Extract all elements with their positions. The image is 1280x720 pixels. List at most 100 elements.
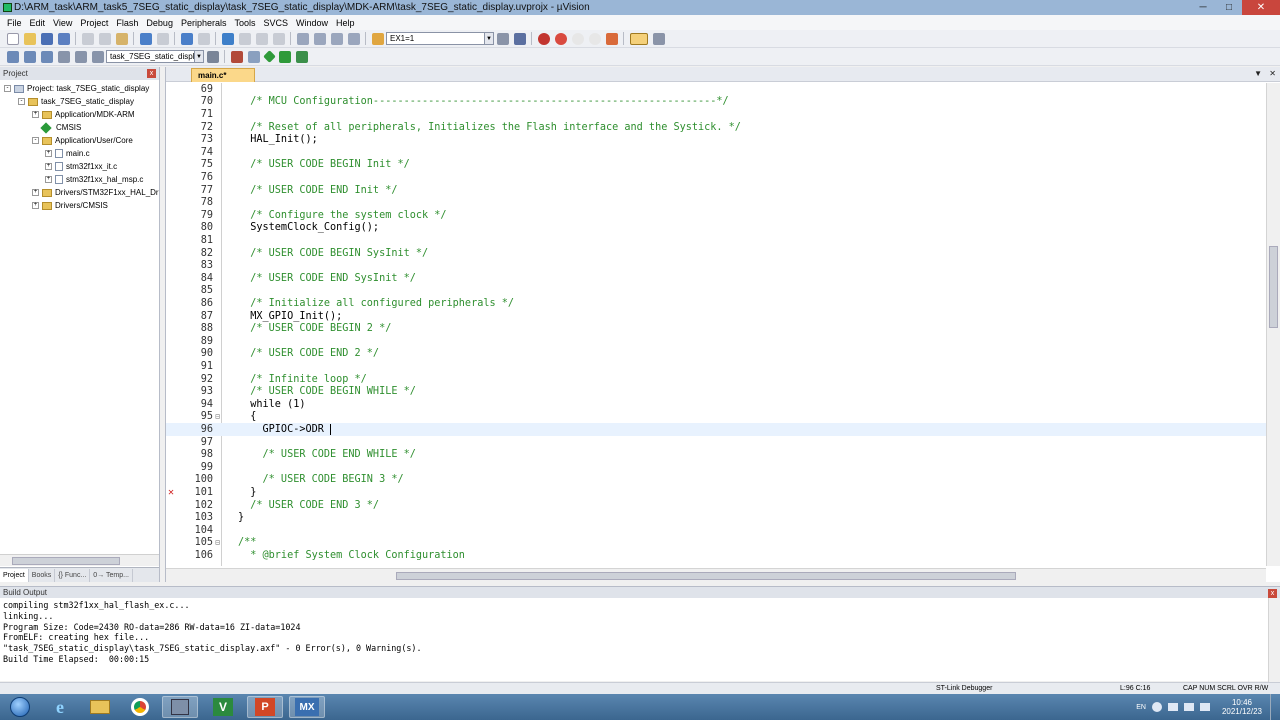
pack-installer-icon[interactable]	[278, 50, 291, 63]
debug-session-icon[interactable]	[537, 32, 550, 45]
code-line[interactable]: 74	[166, 146, 1266, 159]
new-file-icon[interactable]	[6, 32, 19, 45]
close-icon[interactable]: x	[147, 69, 156, 78]
uncomment-icon[interactable]	[347, 32, 360, 45]
prev-bookmark-icon[interactable]	[238, 32, 251, 45]
code-line[interactable]: ✕ 101 }	[166, 486, 1266, 499]
tree-item-project[interactable]: - Project: task_7SEG_static_display	[4, 82, 149, 95]
code-line[interactable]: 105 ⊟ /**	[166, 537, 1266, 550]
collapse-icon[interactable]: -	[18, 98, 25, 105]
build-vscrollbar[interactable]	[1268, 598, 1280, 682]
menu-flash[interactable]: Flash	[112, 18, 142, 28]
rte-icon[interactable]	[262, 50, 276, 63]
disable-breakpoint-icon[interactable]	[571, 32, 584, 45]
maximize-button[interactable]: □	[1216, 0, 1242, 15]
network-icon[interactable]	[1167, 703, 1178, 711]
volume-icon[interactable]	[1183, 703, 1194, 711]
paste-icon[interactable]	[115, 32, 128, 45]
tab-templates[interactable]: 0→ Temp...	[90, 568, 133, 582]
scroll-thumb[interactable]	[396, 572, 1016, 580]
code-line[interactable]: 71	[166, 108, 1266, 121]
tab-project[interactable]: Project	[0, 568, 29, 582]
code-line[interactable]: 102 /* USER CODE END 3 */	[166, 499, 1266, 512]
tree-item-group[interactable]: - Application/User/Core	[32, 134, 133, 147]
minimize-button[interactable]: ─	[1190, 0, 1216, 15]
code-line[interactable]: 100 /* USER CODE BEGIN 3 */	[166, 474, 1266, 487]
error-marker-icon[interactable]: ✕	[168, 487, 174, 498]
close-icon[interactable]: x	[1268, 589, 1277, 598]
save-icon[interactable]	[40, 32, 53, 45]
code-line[interactable]: 82 /* USER CODE BEGIN SysInit */	[166, 247, 1266, 260]
expand-icon[interactable]: +	[45, 150, 52, 157]
tab-main-c[interactable]: main.c*	[191, 68, 255, 82]
comment-icon[interactable]	[330, 32, 343, 45]
menu-tools[interactable]: Tools	[230, 18, 259, 28]
disable-all-breakpoints-icon[interactable]	[588, 32, 601, 45]
code-area[interactable]: 69 70 /* MCU Configuration---------------…	[166, 83, 1266, 566]
code-line[interactable]: 94 while (1)	[166, 398, 1266, 411]
menu-svcs[interactable]: SVCS	[260, 18, 293, 28]
kill-breakpoints-icon[interactable]	[605, 32, 618, 45]
show-desktop-button[interactable]	[1270, 694, 1280, 720]
code-line[interactable]: 87 MX_GPIO_Init();	[166, 310, 1266, 323]
manage-project-icon[interactable]	[230, 50, 243, 63]
code-line[interactable]: 81	[166, 234, 1266, 247]
tree-item-file[interactable]: + stm32f1xx_it.c	[45, 160, 117, 173]
editor-hscrollbar[interactable]	[166, 568, 1266, 582]
expand-icon[interactable]: +	[45, 163, 52, 170]
collapse-icon[interactable]: -	[32, 137, 39, 144]
code-line[interactable]: 97	[166, 436, 1266, 449]
manage-components-icon[interactable]	[247, 50, 260, 63]
menu-view[interactable]: View	[49, 18, 76, 28]
language-indicator[interactable]: EN	[1136, 704, 1146, 711]
menu-edit[interactable]: Edit	[26, 18, 50, 28]
tree-item-target[interactable]: - task_7SEG_static_display	[18, 95, 134, 108]
stop-build-icon[interactable]	[74, 50, 87, 63]
incremental-find-icon[interactable]	[513, 32, 526, 45]
next-bookmark-icon[interactable]	[255, 32, 268, 45]
expand-icon[interactable]: +	[32, 189, 39, 196]
window-layout-icon[interactable]	[629, 32, 648, 45]
unindent-icon[interactable]	[313, 32, 326, 45]
editor-vscrollbar[interactable]	[1266, 83, 1280, 566]
code-line[interactable]: 91	[166, 360, 1266, 373]
expand-icon[interactable]: +	[45, 176, 52, 183]
undo-icon[interactable]	[139, 32, 152, 45]
find-combo[interactable]: EX1=1 ▼	[386, 32, 494, 45]
fold-toggle-icon[interactable]: ⊟	[213, 538, 222, 547]
ie-button[interactable]: e	[42, 696, 78, 718]
scroll-thumb[interactable]	[1269, 246, 1278, 328]
code-line[interactable]: 88 /* USER CODE BEGIN 2 */	[166, 322, 1266, 335]
project-hscrollbar[interactable]	[0, 554, 159, 566]
select-packs-icon[interactable]	[295, 50, 308, 63]
collapse-icon[interactable]: -	[4, 85, 11, 92]
clear-bookmarks-icon[interactable]	[272, 32, 285, 45]
code-line[interactable]: 79 /* Configure the system clock */	[166, 209, 1266, 222]
target-options-icon[interactable]	[206, 50, 219, 63]
keil-button[interactable]	[162, 696, 198, 718]
code-line[interactable]: 103}	[166, 511, 1266, 524]
chevron-down-icon[interactable]: ▼	[194, 51, 203, 62]
find-icon[interactable]	[496, 32, 509, 45]
close-editor-icon[interactable]: ✕	[1269, 69, 1276, 78]
clock[interactable]: 10:46 2021/12/23	[1214, 698, 1270, 716]
cut-icon[interactable]	[81, 32, 94, 45]
code-line[interactable]: 89	[166, 335, 1266, 348]
bookmark-icon[interactable]	[221, 32, 234, 45]
code-line[interactable]: 73 HAL_Init();	[166, 133, 1266, 146]
code-line[interactable]: 76	[166, 171, 1266, 184]
tree-item-group[interactable]: + Drivers/CMSIS	[32, 199, 108, 212]
tree-item-cmsis[interactable]: CMSIS	[40, 121, 81, 134]
menu-window[interactable]: Window	[292, 18, 332, 28]
explorer-button[interactable]	[82, 696, 118, 718]
nav-back-icon[interactable]	[180, 32, 193, 45]
tab-books[interactable]: Books	[29, 568, 56, 582]
tree-item-group[interactable]: + Application/MDK-ARM	[32, 108, 135, 121]
nav-forward-icon[interactable]	[197, 32, 210, 45]
close-button[interactable]: ✕	[1242, 0, 1280, 15]
chrome-button[interactable]	[122, 696, 158, 718]
code-line[interactable]: 99	[166, 461, 1266, 474]
chevron-down-icon[interactable]: ▼	[484, 33, 493, 44]
vim-button[interactable]: V	[205, 696, 241, 718]
tree-item-file[interactable]: + main.c	[45, 147, 90, 160]
